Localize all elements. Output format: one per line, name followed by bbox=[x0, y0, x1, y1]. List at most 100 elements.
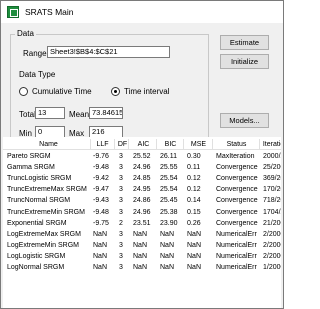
table-cell: 718/20 bbox=[263, 197, 281, 205]
table-cell: 2000/2 bbox=[263, 153, 281, 160]
total-field[interactable]: 13 bbox=[35, 107, 65, 119]
table-cell: LogNormal SRGM bbox=[7, 264, 65, 271]
table-cell: TruncExtremeMax SRGM bbox=[7, 186, 87, 194]
table-cell: NaN bbox=[160, 252, 175, 260]
table-cell: NaN bbox=[133, 230, 148, 238]
range-label: Range bbox=[23, 49, 47, 58]
column-header[interactable]: Status bbox=[214, 139, 260, 150]
table-cell: TruncExtremeMin SRGM bbox=[7, 208, 85, 216]
srats-main-window: SRATS Main Data Range Sheet3!$B$4:$C$21 … bbox=[0, 0, 284, 309]
column-header[interactable]: BIC bbox=[158, 139, 184, 150]
table-cell: Pareto SRGM bbox=[7, 153, 51, 160]
table-cell: Convergence bbox=[216, 164, 258, 172]
table-cell: NumericalErr bbox=[216, 241, 257, 249]
table-header: NameLLFDFAICBICMSEStatusIteration bbox=[3, 139, 281, 150]
table-cell: Convergence bbox=[216, 197, 258, 205]
table-cell: NaN bbox=[93, 230, 108, 238]
table-cell: 25.52 bbox=[133, 153, 151, 160]
table-cell: 23.51 bbox=[133, 219, 151, 227]
table-cell: NumericalErr bbox=[216, 252, 257, 260]
table-cell: 25.54 bbox=[160, 175, 178, 183]
table-row[interactable]: Exponential SRGM -9.75 2 23.51 23.90 0.26 Conv… bbox=[3, 218, 281, 229]
table-cell: 3 bbox=[119, 153, 123, 160]
table-cell: 3 bbox=[119, 175, 123, 183]
column-header[interactable]: MSE bbox=[185, 139, 213, 150]
cumulative-time-radio[interactable] bbox=[19, 87, 28, 96]
table-cell: 3 bbox=[119, 164, 123, 172]
table-cell: NaN bbox=[93, 264, 108, 271]
table-cell: 21/200 bbox=[263, 219, 281, 227]
table-cell: -9.42 bbox=[93, 175, 109, 183]
table-cell: NaN bbox=[133, 252, 148, 260]
table-cell: -9.76 bbox=[93, 153, 109, 160]
table-cell: NaN bbox=[133, 241, 148, 249]
table-cell: NaN bbox=[187, 252, 202, 260]
title-bar[interactable]: SRATS Main bbox=[1, 1, 283, 23]
table-cell: 2/2000 bbox=[263, 230, 281, 238]
table-cell: Convergence bbox=[216, 175, 258, 183]
table-cell: -9.43 bbox=[93, 197, 109, 205]
initialize-button[interactable]: Initialize bbox=[220, 54, 269, 69]
table-row[interactable]: LogExtremeMax SRGM NaN 3 NaN NaN NaN Numerical… bbox=[3, 229, 281, 240]
column-header[interactable]: Name bbox=[7, 139, 91, 150]
table-cell: 369/20 bbox=[263, 175, 281, 183]
table-row[interactable]: TruncLogistic SRGM -9.42 3 24.85 25.54 0.12 Co… bbox=[3, 173, 281, 184]
time-interval-radio[interactable] bbox=[111, 87, 120, 96]
table-cell: 24.85 bbox=[133, 175, 151, 183]
table-cell: 3 bbox=[119, 186, 123, 194]
table-cell: 1/2000 bbox=[263, 264, 281, 271]
window-title: SRATS Main bbox=[25, 7, 74, 17]
total-label: Total bbox=[19, 110, 36, 119]
table-cell: 24.96 bbox=[133, 164, 151, 172]
cumulative-time-label: Cumulative Time bbox=[32, 87, 92, 96]
column-header[interactable]: LLF bbox=[91, 139, 115, 150]
table-row[interactable]: LogExtremeMin SRGM NaN 3 NaN NaN NaN Numerical… bbox=[3, 240, 281, 251]
table-row[interactable]: TruncExtremeMin SRGM -9.48 3 24.96 25.38 0.15… bbox=[3, 207, 281, 218]
table-cell: 25.55 bbox=[160, 164, 178, 172]
mean-field[interactable]: 73.84615 bbox=[89, 107, 123, 119]
table-cell: 26.11 bbox=[160, 153, 177, 160]
table-cell: 25/200 bbox=[263, 164, 281, 172]
column-header[interactable]: Iteration bbox=[261, 139, 281, 150]
table-cell: Convergence bbox=[216, 219, 258, 227]
table-cell: 3 bbox=[119, 208, 123, 216]
table-cell: LogExtremeMin SRGM bbox=[7, 241, 79, 249]
mean-label: Mean bbox=[69, 110, 90, 119]
table-cell: 0.12 bbox=[187, 175, 201, 183]
table-cell: NaN bbox=[187, 230, 202, 238]
table-cell: LogLogistic SRGM bbox=[7, 252, 66, 260]
table-cell: 24.96 bbox=[133, 208, 151, 216]
top-panel: Data Range Sheet3!$B$4:$C$21 Data Type C… bbox=[3, 23, 281, 148]
table-cell: 3 bbox=[119, 252, 123, 260]
table-cell: NaN bbox=[160, 230, 175, 238]
app-icon bbox=[7, 6, 19, 18]
table-cell: NumericalErr bbox=[216, 264, 257, 271]
table-cell: Exponential SRGM bbox=[7, 219, 67, 227]
models-button[interactable]: Models... bbox=[220, 113, 269, 128]
range-input[interactable]: Sheet3!$B$4:$C$21 bbox=[47, 46, 170, 58]
table-cell: 23.90 bbox=[160, 219, 178, 227]
column-header[interactable]: DF bbox=[117, 139, 129, 150]
table-cell: 0.14 bbox=[187, 197, 201, 205]
table-cell: -9.48 bbox=[93, 164, 109, 172]
table-cell: 0.26 bbox=[187, 219, 201, 227]
estimate-button[interactable]: Estimate bbox=[220, 35, 269, 50]
table-cell: 2 bbox=[119, 219, 123, 227]
table-row[interactable]: Pareto SRGM -9.76 3 25.52 26.11 0.30 MaxIterat… bbox=[3, 151, 281, 162]
table-cell: NaN bbox=[133, 264, 148, 271]
results-table[interactable]: NameLLFDFAICBICMSEStatusIterationPareto … bbox=[3, 137, 281, 308]
table-cell: 2/2000 bbox=[263, 241, 281, 249]
table-row[interactable]: TruncNormal SRGM -9.43 3 24.86 25.45 0.14 Conv… bbox=[3, 195, 281, 206]
table-cell: 0.30 bbox=[187, 153, 201, 160]
data-type-legend: Data Type bbox=[19, 70, 56, 79]
table-cell: 2/2000 bbox=[263, 252, 281, 260]
table-row[interactable]: LogNormal SRGM NaN 3 NaN NaN NaN NumericalErr 1… bbox=[3, 262, 281, 273]
table-row[interactable]: Gamma SRGM -9.48 3 24.96 25.55 0.11 Convergenc… bbox=[3, 162, 281, 173]
table-cell: 3 bbox=[119, 264, 123, 271]
table-cell: MaxIteration bbox=[216, 153, 255, 160]
table-cell: 24.95 bbox=[133, 186, 151, 194]
column-header[interactable]: AIC bbox=[131, 139, 157, 150]
table-row[interactable]: LogLogistic SRGM NaN 3 NaN NaN NaN NumericalEr… bbox=[3, 251, 281, 262]
table-row[interactable]: TruncExtremeMax SRGM -9.47 3 24.95 25.54 0.12… bbox=[3, 184, 281, 195]
table-cell: 3 bbox=[119, 230, 123, 238]
